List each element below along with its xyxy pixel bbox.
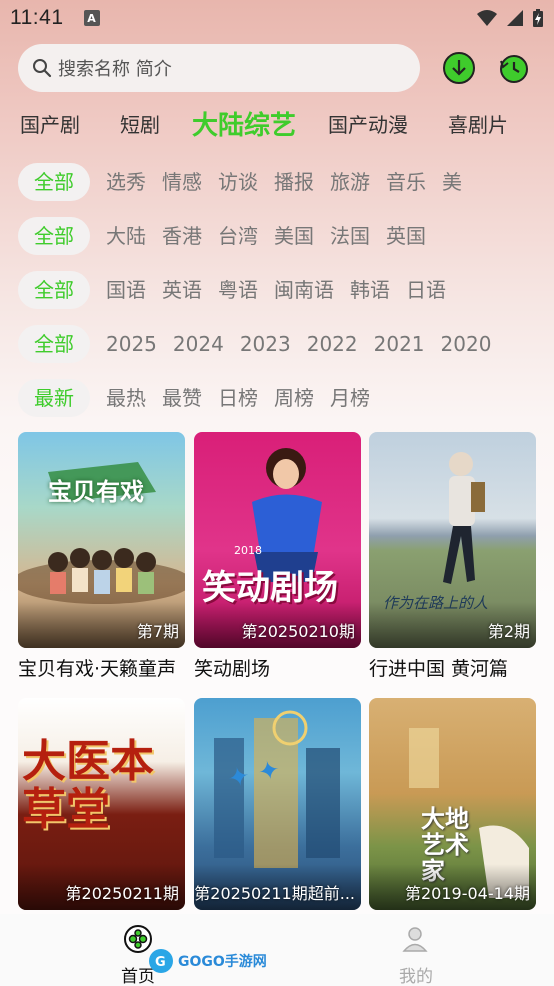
region-chip[interactable]: 大陆 (106, 217, 146, 255)
year-chip[interactable]: 2020 (441, 325, 492, 363)
year-chip[interactable]: 全部 (18, 325, 90, 363)
sort-chip[interactable]: 最赞 (162, 379, 202, 417)
language-chip[interactable]: 粤语 (218, 271, 258, 309)
show-card[interactable]: 2018 笑动剧场 第20250210期 笑动剧场 (194, 432, 361, 681)
show-poster: ✦ ✦ 第20250211期超前... (194, 698, 361, 910)
region-chip[interactable]: 台湾 (218, 217, 258, 255)
region-chip[interactable]: 英国 (386, 217, 426, 255)
show-poster: 大医本草堂 第20250211期 (18, 698, 185, 910)
episode-label: 第20250211期超前... (194, 884, 355, 903)
download-icon[interactable] (442, 51, 476, 85)
region-chip[interactable]: 美国 (274, 217, 314, 255)
watermark-text: GOGO手游网 (178, 954, 267, 970)
language-filter-row: 全部 国语 英语 粤语 闽南语 韩语 日语 (18, 270, 554, 310)
search-placeholder: 搜索名称 简介 (58, 59, 172, 80)
show-poster: 大地艺术家 第2019-04-14期 (369, 698, 536, 910)
episode-label: 第7期 (136, 622, 179, 641)
wifi-icon (477, 10, 497, 26)
nav-mine[interactable]: 我的 (386, 924, 446, 986)
language-chip[interactable]: 韩语 (350, 271, 390, 309)
poster-title-text: 大医本草堂 (22, 736, 154, 835)
svg-text:G: G (155, 955, 166, 970)
genre-filter-row: 全部 选秀 情感 访谈 播报 旅游 音乐 美 (18, 162, 554, 202)
bottom-navigation: 首页 我的 G GOGO手游网 (0, 914, 554, 986)
status-icons (476, 8, 544, 28)
tab-duanju[interactable]: 短剧 (100, 109, 180, 138)
year-filter-row: 全部 2025 2024 2023 2022 2021 2020 (18, 324, 554, 364)
sort-chip[interactable]: 最新 (18, 379, 90, 417)
year-chip[interactable]: 2021 (374, 325, 425, 363)
sort-chip[interactable]: 最热 (106, 379, 146, 417)
region-chip[interactable]: 香港 (162, 217, 202, 255)
genre-chip[interactable]: 访谈 (218, 163, 258, 201)
genre-chip[interactable]: 音乐 (386, 163, 426, 201)
language-chip[interactable]: 日语 (406, 271, 446, 309)
show-title: 行进中国 黄河篇 (369, 658, 509, 680)
tab-guochan-dongman[interactable]: 国产动漫 (308, 109, 428, 138)
tab-guochanju[interactable]: 国产剧 (0, 109, 100, 138)
language-chip[interactable]: 国语 (106, 271, 146, 309)
language-chip[interactable]: 全部 (18, 271, 90, 309)
show-card[interactable]: 大地艺术家 第2019-04-14期 (369, 698, 536, 910)
region-chip[interactable]: 全部 (18, 217, 90, 255)
year-chip[interactable]: 2022 (307, 325, 358, 363)
gogo-logo-icon: G (149, 949, 173, 973)
genre-chip[interactable]: 播报 (274, 163, 314, 201)
show-card[interactable]: 作为在路上的人 第2期 行进中国 黄河篇 (369, 432, 536, 681)
tab-xijupian[interactable]: 喜剧片 (428, 109, 528, 138)
show-card[interactable]: 宝贝有戏 第7期 宝贝有戏·天籁童声 (18, 432, 185, 681)
sort-chip[interactable]: 月榜 (330, 379, 370, 417)
region-chip[interactable]: 法国 (330, 217, 370, 255)
profile-icon (402, 927, 428, 952)
show-poster: 2018 笑动剧场 第20250210期 (194, 432, 361, 648)
sort-chip[interactable]: 周榜 (274, 379, 314, 417)
genre-chip[interactable]: 选秀 (106, 163, 146, 201)
notification-a-icon: A (83, 10, 100, 26)
episode-label: 第20250211期 (65, 884, 179, 903)
year-chip[interactable]: 2025 (106, 325, 157, 363)
sort-chip[interactable]: 日榜 (218, 379, 258, 417)
genre-chip[interactable]: 情感 (162, 163, 202, 201)
episode-label: 第20250210期 (241, 622, 355, 641)
signal-icon (507, 10, 523, 26)
genre-chip[interactable]: 全部 (18, 163, 90, 201)
language-chip[interactable]: 闽南语 (274, 271, 334, 309)
show-poster: 作为在路上的人 第2期 (369, 432, 536, 648)
genre-chip[interactable]: 旅游 (330, 163, 370, 201)
show-card[interactable]: ✦ ✦ 第20250211期超前... (194, 698, 361, 910)
show-poster: 宝贝有戏 第7期 (18, 432, 185, 648)
status-time: 11:41 (10, 6, 64, 29)
main-category-tabs: 国产剧 短剧 大陆综艺 国产动漫 喜剧片 (0, 100, 554, 146)
genre-chip[interactable]: 美 (442, 163, 462, 201)
tab-dalu-zongyi[interactable]: 大陆综艺 (180, 105, 308, 142)
search-icon (33, 59, 52, 78)
search-input[interactable]: 搜索名称 简介 (18, 44, 420, 92)
show-title: 宝贝有戏·天籁童声 (18, 658, 177, 680)
nav-mine-label: 我的 (399, 967, 433, 986)
poster-title-text: 宝贝有戏 (48, 478, 144, 506)
language-chip[interactable]: 英语 (162, 271, 202, 309)
year-chip[interactable]: 2023 (240, 325, 291, 363)
battery-icon (533, 9, 543, 27)
status-bar: 11:41 A (0, 0, 554, 36)
search-row: 搜索名称 简介 (18, 44, 540, 92)
episode-label: 第2019-04-14期 (405, 884, 530, 903)
history-icon[interactable] (497, 51, 531, 85)
watermark-logo: G GOGO手游网 (148, 948, 267, 974)
poster-year-text: 2018 (234, 544, 262, 557)
episode-label: 第2期 (487, 622, 530, 641)
show-card[interactable]: 大医本草堂 第20250211期 (18, 698, 185, 910)
year-chip[interactable]: 2024 (173, 325, 224, 363)
region-filter-row: 全部 大陆 香港 台湾 美国 法国 英国 (18, 216, 554, 256)
sort-filter-row: 最新 最热 最赞 日榜 周榜 月榜 (18, 378, 554, 418)
show-title: 笑动剧场 (194, 658, 271, 680)
